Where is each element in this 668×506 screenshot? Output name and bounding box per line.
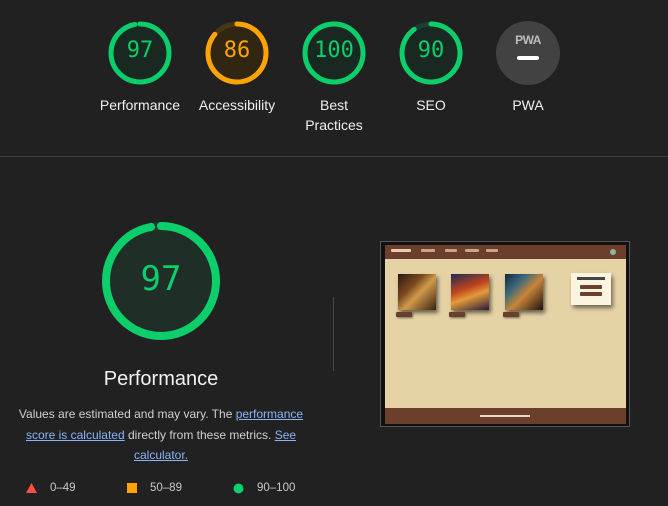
triangle-icon	[26, 483, 37, 493]
screenshot-navbar	[385, 245, 626, 259]
desc-text: Values are estimated and may vary. The	[18, 407, 236, 421]
screenshot-image	[451, 274, 489, 310]
score-gauges: 97 Performance 86 Accessibility 100 Best…	[0, 0, 668, 156]
performance-gauge-large: 97	[101, 221, 221, 341]
screenshot-image	[398, 274, 436, 310]
legend-average: 50–89	[127, 482, 182, 494]
section-divider	[0, 156, 668, 157]
page-screenshot-thumbnail[interactable]	[380, 241, 630, 427]
circle-icon	[233, 483, 244, 493]
legend-pass: 90–100	[233, 482, 295, 494]
pwa-badge-text: PWA	[515, 33, 541, 47]
square-icon	[127, 483, 137, 493]
pwa-badge-icon	[496, 21, 560, 85]
legend-range: 50–89	[150, 482, 182, 494]
gauge-score: 97	[126, 38, 154, 63]
gauge-label: Performance	[99, 97, 181, 113]
gauge-best-practices[interactable]: 100 Best Practices	[289, 21, 379, 135]
gauge-score: 100	[314, 38, 354, 63]
screenshot-footer	[385, 408, 626, 424]
gauge-seo[interactable]: 90 SEO	[386, 21, 476, 115]
gauge-label: SEO	[416, 97, 446, 113]
legend-range: 90–100	[257, 482, 296, 494]
screenshot-tag	[396, 312, 412, 317]
legend-range: 0–49	[50, 482, 76, 494]
gauge-label: Best Practices	[289, 95, 379, 135]
desc-text: directly from these metrics.	[124, 427, 275, 442]
gauge-score: 97	[140, 259, 182, 299]
screenshot-tag	[503, 312, 519, 317]
gauge-label-line2: Practices	[305, 117, 363, 133]
screenshot-image	[505, 274, 543, 310]
gauge-accessibility[interactable]: 86 Accessibility	[192, 21, 282, 115]
gauge-label-line1: Best	[319, 97, 348, 113]
screenshot-tag	[449, 312, 465, 317]
screenshot-page	[385, 245, 626, 424]
category-title: Performance	[103, 368, 219, 390]
gauge-score: 86	[223, 38, 251, 63]
gauge-performance[interactable]: 97 Performance	[95, 21, 185, 115]
gauge-score: 90	[417, 38, 445, 63]
screenshot-upload-card	[571, 273, 611, 305]
gauge-pwa[interactable]: PWA PWA	[483, 21, 573, 115]
gauge-label: PWA	[512, 97, 544, 113]
gauge-label: Accessibility	[198, 97, 276, 113]
vertical-divider	[333, 297, 334, 371]
category-description: Values are estimated and may vary. The p…	[14, 404, 308, 466]
legend-fail: 0–49	[26, 482, 76, 494]
